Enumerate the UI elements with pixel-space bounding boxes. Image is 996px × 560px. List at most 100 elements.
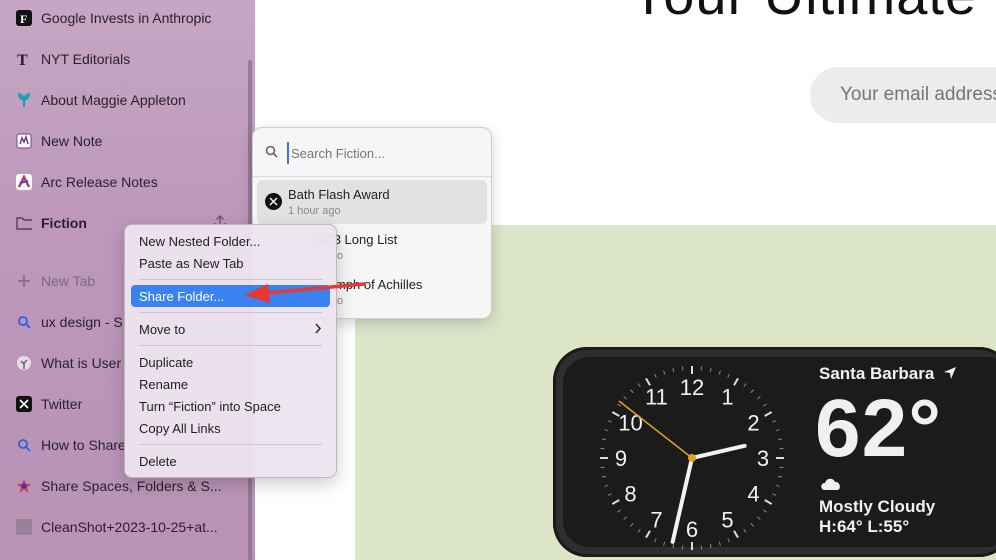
svg-text:F: F <box>20 12 27 26</box>
search-icon <box>16 437 32 453</box>
clock-tick <box>654 538 657 543</box>
clock-tick <box>750 389 754 393</box>
sidebar-item-label: Google Invests in Anthropic <box>41 10 212 26</box>
clock-tick <box>630 523 634 527</box>
popover-item-title: Bath Flash Award <box>288 187 390 202</box>
menu-item-label: Delete <box>139 453 177 469</box>
note-icon <box>16 133 32 149</box>
menu-item-label: Paste as New Tab <box>139 255 244 271</box>
search-icon <box>265 145 278 163</box>
sidebar-item-google-anthropic[interactable]: F Google Invests in Anthropic <box>8 2 248 34</box>
menu-item-share-folder[interactable]: Share Folder... <box>131 285 330 307</box>
menu-item-label: Move to <box>139 321 186 337</box>
clock-tick <box>777 475 783 478</box>
menu-divider <box>139 279 322 280</box>
menu-item-delete[interactable]: Delete <box>131 450 330 472</box>
email-field[interactable] <box>810 67 996 123</box>
clock-tick <box>743 528 747 533</box>
nyt-logo-icon: T <box>16 51 32 67</box>
clock-number: 12 <box>680 375 704 400</box>
location-arrow-icon <box>944 367 957 379</box>
sidebar-item-nyt[interactable]: T NYT Editorials <box>8 43 248 75</box>
popover-search-input[interactable] <box>287 142 483 164</box>
menu-item-turn-into-space[interactable]: Turn “Fiction” into Space <box>131 395 330 417</box>
popover-item-time: o <box>337 295 344 307</box>
clock-tick <box>637 528 641 533</box>
menu-item-rename[interactable]: Rename <box>131 373 330 395</box>
clock-tick <box>764 499 773 505</box>
clock-tick <box>663 541 666 546</box>
sidebar-item-label: What is User <box>41 355 122 371</box>
image-icon <box>16 519 32 535</box>
clock-tick <box>709 367 712 373</box>
sidebar-item-new-note[interactable]: New Note <box>8 125 248 157</box>
clock-number: 10 <box>618 411 642 436</box>
menu-divider <box>139 312 322 313</box>
clock-widget: 12 12 3 45678 9 1011 <box>600 366 784 550</box>
clock-tick <box>604 484 609 487</box>
menu-item-move-to[interactable]: Move to <box>131 318 330 340</box>
clock-number: 9 <box>615 446 627 471</box>
sidebar-item-label: Fiction <box>41 215 87 231</box>
menu-item-label: Rename <box>139 376 189 392</box>
popover-item-title: mph of Achilles <box>335 277 423 292</box>
clock-tick <box>777 438 783 441</box>
plant-logo-icon <box>16 92 32 108</box>
clock-tick <box>775 484 780 487</box>
clock-tick <box>757 396 761 400</box>
menu-item-duplicate[interactable]: Duplicate <box>131 351 330 373</box>
clock-tick <box>617 509 622 513</box>
menu-item-paste-as-new-tab[interactable]: Paste as New Tab <box>131 252 330 274</box>
sidebar-item-label: Arc Release Notes <box>41 174 158 190</box>
clock-tick <box>727 538 730 543</box>
clock-tick <box>672 367 675 373</box>
menu-item-label: Turn “Fiction” into Space <box>139 398 281 414</box>
clock-tick <box>623 516 627 520</box>
sidebar-item-maggie[interactable]: About Maggie Appleton <box>8 84 248 116</box>
clock-number: 6 <box>686 517 698 542</box>
cloud-icon <box>821 478 840 490</box>
page-title: Your Ultimate <box>630 0 977 27</box>
plus-icon <box>16 273 32 289</box>
clock-tick <box>762 509 767 513</box>
clock-tick <box>743 383 747 388</box>
clock-tick <box>601 475 607 478</box>
svg-text:T: T <box>17 52 28 67</box>
clock-tick <box>757 516 761 520</box>
weather-city: Santa Barbara <box>819 364 957 384</box>
clock-tick <box>654 373 657 378</box>
clock-tick <box>772 493 777 496</box>
menu-item-label: Share Folder... <box>139 288 225 304</box>
sidebar-item-label: Twitter <box>41 396 83 412</box>
popover-item-time: 1 hour ago <box>288 205 341 217</box>
sidebar-item-label: CleanShot+2023-10-25+at... <box>41 519 218 535</box>
clock-number: 8 <box>624 482 636 507</box>
clock-tick <box>663 370 666 375</box>
clock-number: 4 <box>747 482 759 507</box>
weather-city-label: Santa Barbara <box>819 364 935 383</box>
tree-icon <box>16 355 32 371</box>
clock-number: 7 <box>650 507 662 532</box>
sidebar-item-label: How to Share <box>41 437 126 453</box>
sidebar-item-label: New Note <box>41 133 103 149</box>
star-logo-icon <box>16 478 32 494</box>
clock-tick <box>709 543 712 549</box>
clock-tick <box>718 370 721 375</box>
clock-tick <box>775 429 780 432</box>
clock-number: 1 <box>721 385 733 410</box>
context-menu: New Nested Folder... Paste as New Tab Sh… <box>124 224 337 478</box>
menu-item-copy-all-links[interactable]: Copy All Links <box>131 417 330 439</box>
clock-tick <box>727 373 730 378</box>
clock-tick <box>733 530 739 539</box>
sidebar-item-label: ux design - S <box>41 314 123 330</box>
clock-tick <box>604 429 609 432</box>
popover-item[interactable]: Bath Flash Award 1 hour ago <box>257 180 487 224</box>
search-icon <box>16 314 32 330</box>
menu-item-new-nested-folder[interactable]: New Nested Folder... <box>131 230 330 252</box>
sidebar-item-arc-release[interactable]: Arc Release Notes <box>8 166 248 198</box>
clock-tick <box>607 420 612 423</box>
clock-tick <box>733 377 739 386</box>
sidebar-item-cleanshot[interactable]: CleanShot+2023-10-25+at... <box>8 511 248 543</box>
clock-number: 2 <box>747 411 759 436</box>
menu-divider <box>139 444 322 445</box>
